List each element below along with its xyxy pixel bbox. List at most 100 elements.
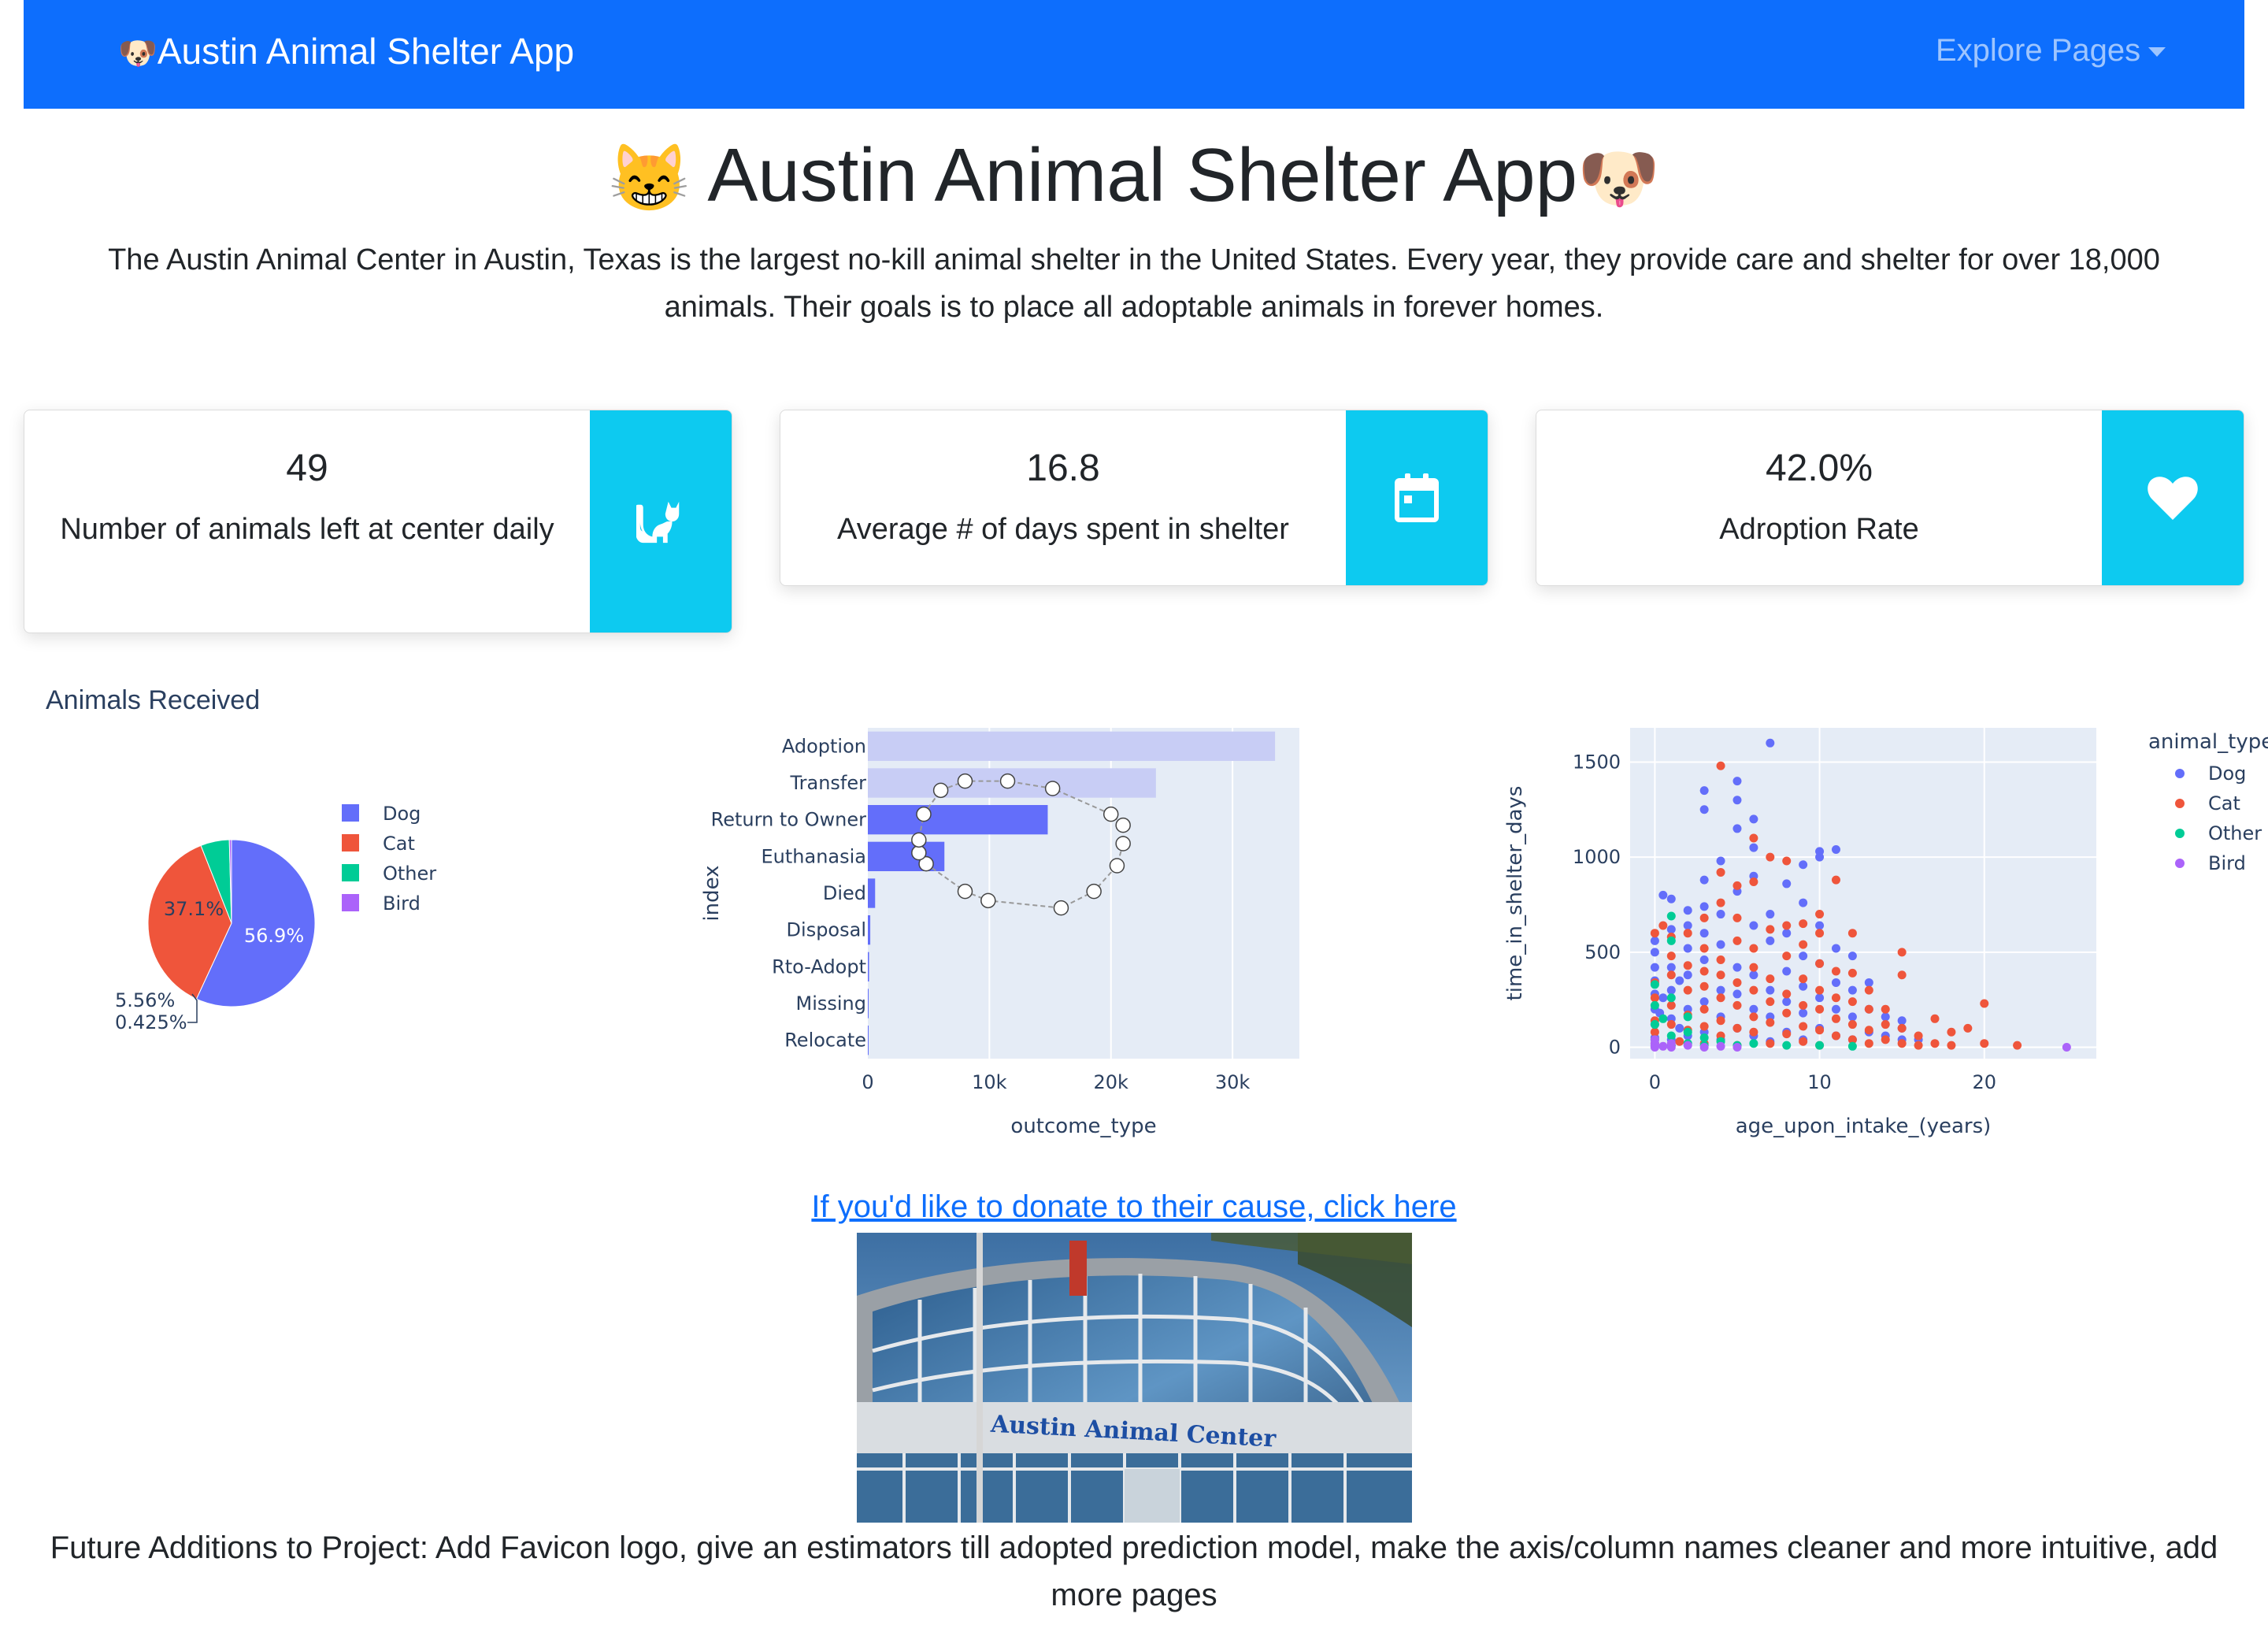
bar-rto-adopt [868,952,869,981]
scatter-point-dog [1766,738,1775,748]
scatter-point-dog [1716,985,1725,995]
scatter-point-cat [1831,993,1840,1003]
bar-disposal [868,915,871,945]
scatter-point-other [1782,1041,1792,1050]
scatter-point-cat [1732,1000,1742,1010]
navbar-brand-text: Austin Animal Shelter App [157,31,575,72]
bar-x-tick: 0 [862,1071,873,1093]
scatter-point-cat [1766,1018,1775,1027]
scatter-point-bird [2062,1043,2071,1052]
lasso-handle [957,773,973,789]
outcome-bar-chart[interactable]: Adoption Transfer Return to Owner Euthanasi… [646,709,1354,1150]
explore-pages-dropdown[interactable]: Explore Pages [1936,33,2166,69]
scatter-point-cat [1847,997,1857,1007]
scatter-point-dog [1749,921,1758,930]
scatter-point-dog [1897,1016,1907,1026]
stat-value: 16.8 [1026,447,1100,489]
lasso-handle [916,806,932,822]
scatter-point-cat [1766,925,1775,934]
scatter-point-cat [1897,970,1907,980]
scatter-point-bird [1650,1035,1659,1044]
page-title-text: Austin Animal Shelter App [707,133,1578,217]
scatter-point-cat [1716,970,1725,980]
scatter-point-dog [1749,970,1758,980]
scatter-point-cat [1963,1023,1973,1033]
stat-card-adoption-rate: 42.0% Adroption Rate [1536,410,2244,586]
scatter-point-dog [1831,944,1840,953]
scatter-point-cat [1650,1027,1659,1037]
scatter-point-cat [1782,989,1792,999]
scatter-point-bird [1699,1043,1709,1052]
scatter-point-dog [1799,981,1808,991]
legend-swatch-dog [342,804,359,822]
scatter-point-cat [1831,966,1840,976]
scatter-point-dog [1699,902,1709,911]
age-vs-shelter-scatter-chart[interactable]: 0 10 20 0 500 1000 1500 age_upon_intake_(years)… [1480,709,2268,1150]
scatter-point-other [1699,1033,1709,1042]
scatter-point-dog [1782,879,1792,889]
scatter-point-cat [1799,1037,1808,1046]
scatter-point-cat [2013,1041,2022,1050]
scatter-point-bird [1658,1041,1668,1051]
page-title: 😸 Austin Animal Shelter App🐶 [0,132,2268,219]
scatter-point-cat [1732,1023,1742,1033]
scatter-legend-marker-bird [2175,859,2185,868]
donate-link[interactable]: If you'd like to donate to their cause, … [811,1189,1456,1224]
scatter-point-cat [1666,1000,1676,1010]
scatter-point-cat [1847,929,1857,938]
lasso-handle [1086,883,1102,900]
scatter-point-dog [1799,898,1808,907]
scatter-point-other [1683,1027,1692,1037]
scatter-point-dog [1650,963,1659,972]
dog-face-icon: 🐶 [1577,141,1660,215]
scatter-point-cat [1749,985,1758,995]
scatter-point-cat [1799,940,1808,949]
scatter-point-other [1666,911,1676,921]
scatter-point-dog [1732,963,1742,972]
scatter-point-dog [1666,963,1676,972]
bar-adoption [868,731,1276,761]
scatter-point-cat [1782,921,1792,930]
scatter-point-dog [1766,910,1775,919]
stat-card-animals-left: 49 Number of animals left at center dail… [24,410,732,633]
scatter-point-dog [1782,966,1792,976]
lasso-handle [980,892,996,909]
scatter-point-dog [1766,936,1775,945]
scatter-point-cat [1766,997,1775,1007]
scatter-point-dog [1815,847,1825,856]
scatter-point-cat [1683,929,1692,938]
bar-died [868,878,876,908]
scatter-point-dog [1699,929,1709,938]
future-additions-text: Future Additions to Project: Add Favicon… [50,1530,2218,1612]
pie-leader-line [187,993,198,1023]
scatter-point-cat [1699,981,1709,991]
scatter-point-cat [1847,1020,1857,1030]
legend-label-cat: Cat [383,833,415,855]
bar-category-label: Adoption [782,735,866,757]
scatter-point-cat [1799,974,1808,984]
scatter-point-dog [1831,978,1840,987]
scatter-y-tick: 0 [1609,1037,1621,1059]
bar-x-tick: 30k [1215,1071,1251,1093]
scatter-point-cat [1831,1031,1840,1041]
scatter-point-cat [1749,1012,1758,1022]
bar-return-to-owner [868,805,1048,835]
scatter-point-dog [1683,921,1692,930]
cat-icon [636,501,680,544]
heart-icon [2148,477,2198,520]
scatter-point-cat [1699,1004,1709,1014]
scatter-point-cat [1716,867,1725,877]
scatter-point-dog [1782,929,1792,938]
stat-label: Number of animals left at center daily [60,513,554,546]
stat-icon-box [1346,410,1488,585]
bar-x-axis-label: outcome_type [1010,1115,1156,1138]
scatter-point-cat [1699,944,1709,953]
stat-label: Average # of days spent in shelter [837,513,1289,546]
scatter-point-cat [1732,978,1742,987]
scatter-point-cat [1716,761,1725,770]
scatter-point-cat [1699,966,1709,976]
pie-chart[interactable]: 56.9% 37.1% 5.56%0.425% Dog Cat Other Bird [0,740,598,1134]
navbar-brand[interactable]: 🐶Austin Animal Shelter App [118,30,574,72]
scatter-point-other [1650,1020,1659,1030]
pie-label-other: 5.56% [115,989,175,1011]
